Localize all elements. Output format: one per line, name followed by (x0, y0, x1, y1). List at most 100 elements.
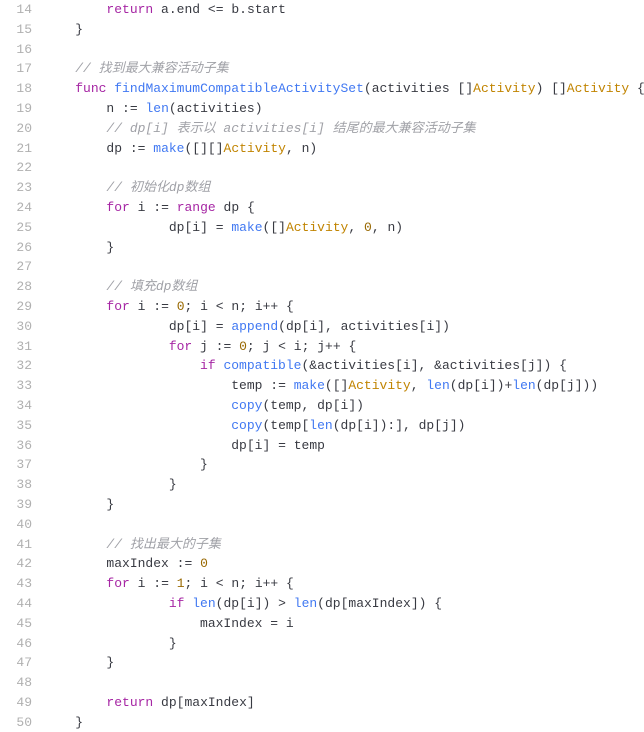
code-line: 46 } (0, 634, 644, 654)
line-number: 35 (0, 416, 44, 436)
indent (44, 438, 231, 453)
code-line: 45 maxIndex = i (0, 614, 644, 634)
token-sp (286, 378, 294, 393)
indent (44, 220, 169, 235)
code-line: 18 func findMaximumCompatibleActivitySet… (0, 79, 644, 99)
token-id: activities (341, 319, 419, 334)
token-punc: [ (520, 358, 528, 373)
token-op: < (216, 576, 224, 591)
code-content: for i := range dp { (44, 198, 644, 218)
code-content (44, 158, 644, 178)
token-kw: range (177, 200, 216, 215)
code-content: copy(temp, dp[i]) (44, 396, 644, 416)
code-line: 35 copy(temp[len(dp[i]):], dp[j]) (0, 416, 644, 436)
token-builtin: append (231, 319, 278, 334)
code-line: 24 for i := range dp { (0, 198, 644, 218)
code-content: // 填充dp数组 (44, 277, 644, 297)
token-punc: { (247, 200, 255, 215)
code-line: 42 maxIndex := 0 (0, 554, 644, 574)
token-id: temp (294, 438, 325, 453)
token-builtin: len (309, 418, 332, 433)
token-punc: [ (473, 378, 481, 393)
token-id: i (364, 418, 372, 433)
token-num: 0 (177, 299, 185, 314)
token-punc: ] (395, 418, 403, 433)
token-builtin: copy (231, 418, 262, 433)
token-builtin: len (145, 101, 168, 116)
token-kw: func (75, 81, 106, 96)
token-op: = (278, 438, 286, 453)
token-id: activities (442, 358, 520, 373)
token-id: dp (317, 398, 333, 413)
code-content: } (44, 455, 644, 475)
token-sp (192, 339, 200, 354)
token-id: i (200, 576, 208, 591)
token-punc: , (325, 319, 333, 334)
token-punc: ) (458, 418, 466, 433)
line-number: 23 (0, 178, 44, 198)
token-punc: ) (442, 319, 450, 334)
token-op: := (153, 299, 169, 314)
token-punc: { (348, 339, 356, 354)
code-content: } (44, 653, 644, 673)
code-content: n := len(activities) (44, 99, 644, 119)
token-cmt: // 找到最大兼容活动子集 (75, 61, 228, 76)
token-id: maxIndex (348, 596, 410, 611)
token-punc: { (559, 358, 567, 373)
token-sp (130, 576, 138, 591)
token-id: i (200, 299, 208, 314)
code-line: 21 dp := make([][]Activity, n) (0, 139, 644, 159)
code-line: 50 } (0, 713, 644, 732)
token-punc: ] (434, 319, 442, 334)
token-id: dp (106, 141, 122, 156)
token-punc: [ (247, 438, 255, 453)
token-sp (231, 339, 239, 354)
token-id: activities (177, 101, 255, 116)
token-sp (247, 576, 255, 591)
token-punc: } (169, 636, 177, 651)
token-punc: [] (270, 220, 286, 235)
token-type: Activity (567, 81, 629, 96)
token-id: i (192, 220, 200, 235)
code-content: dp[i] = temp (44, 436, 644, 456)
token-punc: [ (559, 378, 567, 393)
token-op: = (216, 319, 224, 334)
token-fn: findMaximumCompatibleActivitySet (114, 81, 364, 96)
token-sp (426, 358, 434, 373)
token-sp (130, 299, 138, 314)
token-kw: if (169, 596, 185, 611)
token-id: maxIndex (106, 556, 168, 571)
token-op: := (153, 200, 169, 215)
code-line: 47 } (0, 653, 644, 673)
token-punc: [ (356, 418, 364, 433)
token-id: dp (543, 378, 559, 393)
code-line: 27 (0, 257, 644, 277)
code-content: if compatible(&activities[i], &activitie… (44, 356, 644, 376)
line-number: 28 (0, 277, 44, 297)
code-content: // 找到最大兼容活动子集 (44, 59, 644, 79)
line-number: 20 (0, 119, 44, 139)
indent (44, 121, 106, 136)
line-number: 32 (0, 356, 44, 376)
token-builtin: make (231, 220, 262, 235)
line-number: 21 (0, 139, 44, 159)
token-kw: for (106, 299, 129, 314)
token-id: activities (372, 81, 450, 96)
token-op: ++ (325, 339, 341, 354)
indent (44, 279, 106, 294)
token-builtin: len (426, 378, 449, 393)
token-sp (208, 576, 216, 591)
token-punc: [] (551, 81, 567, 96)
code-line: 22 (0, 158, 644, 178)
indent (44, 339, 169, 354)
token-sp (169, 200, 177, 215)
token-punc: ] (411, 358, 419, 373)
token-sp (278, 299, 286, 314)
token-id: i (247, 596, 255, 611)
token-id: temp (270, 398, 301, 413)
token-type: Activity (224, 141, 286, 156)
token-punc: [] (333, 378, 349, 393)
token-num: 1 (177, 576, 185, 591)
token-punc: ] (411, 596, 419, 611)
token-op: ++ (263, 299, 279, 314)
